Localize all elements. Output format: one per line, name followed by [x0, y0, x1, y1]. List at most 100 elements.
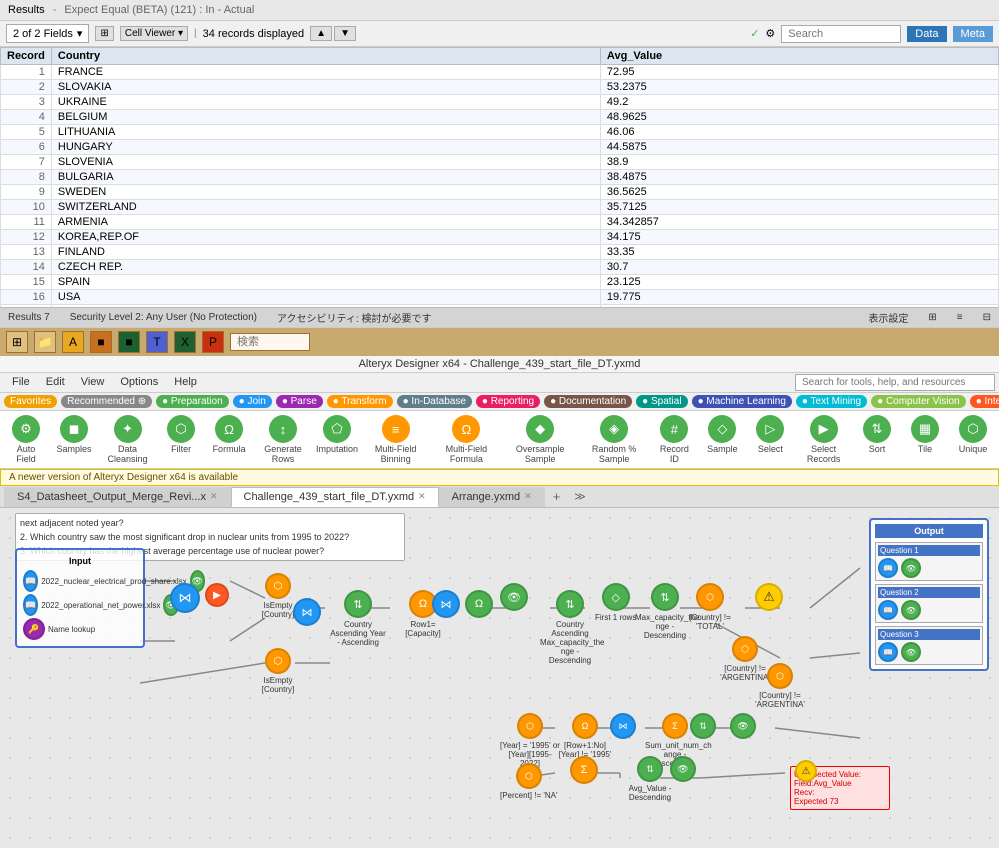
- summarize-node[interactable]: Σ: [570, 756, 598, 784]
- tool-oversample-sample[interactable]: ◆ Oversample Sample: [506, 415, 574, 464]
- join-node-1[interactable]: ⋈: [170, 583, 200, 613]
- filter-total-node[interactable]: ⬡ [Country] != 'TOTAL': [680, 583, 740, 631]
- tool-tile[interactable]: ▦ Tile: [905, 415, 945, 464]
- status-display-settings[interactable]: 表示設定: [868, 310, 908, 325]
- help-search[interactable]: [795, 374, 995, 391]
- tool-random-%-sample[interactable]: ◈ Random % Sample: [582, 415, 646, 464]
- excel-icon[interactable]: X: [174, 331, 196, 353]
- row-year-node[interactable]: Ω [Row+1:No] [Year] != '1995': [555, 713, 615, 759]
- input-file-2-read-icon[interactable]: 📖: [23, 594, 38, 616]
- app-icon-2[interactable]: ■: [118, 331, 140, 353]
- tool-data-cleansing[interactable]: ✦ Data Cleansing: [102, 415, 153, 464]
- tool-select[interactable]: ▷ Select: [750, 415, 790, 464]
- tab-close-arrange[interactable]: ✕: [524, 491, 532, 502]
- cat-text[interactable]: ● Text Mining: [796, 395, 867, 408]
- alteryx-icon[interactable]: A: [62, 331, 84, 353]
- tool-unique[interactable]: ⬡ Unique: [953, 415, 993, 464]
- tool-filter[interactable]: ⬡ Filter: [161, 415, 201, 464]
- cat-in-database[interactable]: ● In-Database: [397, 395, 472, 408]
- tool-auto-field[interactable]: ⚙ Auto Field: [6, 415, 46, 464]
- app-icon-1[interactable]: ■: [90, 331, 112, 353]
- cat-cv[interactable]: ● Computer Vision: [871, 395, 966, 408]
- cat-join[interactable]: ● Join: [233, 395, 272, 408]
- cat-interface[interactable]: ● Interface: [970, 395, 999, 408]
- cat-favorites[interactable]: Favorites: [4, 395, 57, 408]
- tool-samples[interactable]: ◼ Samples: [54, 415, 94, 464]
- tab-datasheet[interactable]: S4_Datasheet_Output_Merge_Revi...x ✕: [4, 487, 231, 507]
- more-tabs-icon[interactable]: ≫: [568, 487, 592, 506]
- input-file-1-read-icon[interactable]: 📖: [23, 570, 38, 592]
- is-empty-node-2[interactable]: ⬡ IsEmpty [Country]: [248, 648, 308, 694]
- browse-node-2[interactable]: 👁: [730, 713, 756, 739]
- data-button[interactable]: Data: [907, 26, 946, 42]
- taskbar-search[interactable]: [230, 333, 310, 351]
- cat-transform[interactable]: ● Transform: [327, 395, 393, 408]
- sort-node-1[interactable]: ⇅ Country Ascending Year - Ascending: [328, 590, 388, 647]
- teams-icon[interactable]: T: [146, 331, 168, 353]
- browse-node-1[interactable]: 👁: [500, 583, 528, 611]
- q3-browse-icon[interactable]: 👁: [901, 642, 921, 662]
- tab-close-datasheet[interactable]: ✕: [210, 491, 218, 502]
- menu-edit[interactable]: Edit: [38, 374, 73, 391]
- prev-arrow[interactable]: ▲: [310, 26, 332, 41]
- tab-challenge[interactable]: Challenge_439_start_file_DT.yxmd ✕: [231, 487, 439, 507]
- formula-node-1[interactable]: Ω: [465, 590, 493, 618]
- tab-arrange[interactable]: Arrange.yxmd ✕: [439, 487, 545, 507]
- tool-imputation[interactable]: ⬠ Imputation: [317, 415, 357, 464]
- explorer-icon[interactable]: 📁: [34, 331, 56, 353]
- fields-selector[interactable]: 2 of 2 Fields ▾: [6, 24, 89, 43]
- menu-file[interactable]: File: [4, 374, 38, 391]
- tool-multi-field-formula[interactable]: Ω Multi-Field Formula: [434, 415, 498, 464]
- q1-read-icon[interactable]: 📖: [878, 558, 898, 578]
- cell-viewer-btn[interactable]: Cell Viewer ▾: [120, 26, 188, 41]
- tool-multi-field-binning[interactable]: ≡ Multi-Field Binning: [365, 415, 426, 464]
- q3-read-icon[interactable]: 📖: [878, 642, 898, 662]
- q2-read-icon[interactable]: 📖: [878, 600, 898, 620]
- tool-select-records[interactable]: ▶ Select Records: [798, 415, 849, 464]
- year-filter-node[interactable]: ⬡ [Year] = '1995' or [Year][1995-2022]: [500, 713, 560, 768]
- cat-reporting[interactable]: ● Reporting: [476, 395, 540, 408]
- cat-ml[interactable]: ● Machine Learning: [692, 395, 792, 408]
- start-icon[interactable]: ⊞: [6, 331, 28, 353]
- meta-button[interactable]: Meta: [953, 26, 993, 42]
- next-arrow[interactable]: ▼: [334, 26, 356, 41]
- tool-record-id[interactable]: # Record ID: [654, 415, 694, 464]
- percent-filter-node[interactable]: ⬡ [Percent] != 'NA': [500, 763, 558, 800]
- sort-node-2[interactable]: ⇅ Country Ascending Max_capacity_the nge…: [540, 590, 600, 665]
- join-node-4[interactable]: ⋈: [610, 713, 636, 739]
- browse-node-3[interactable]: 👁: [670, 756, 696, 782]
- filter-arg-node-2[interactable]: ⬡ [Country] != 'ARGENTINA': [750, 663, 810, 709]
- menu-help[interactable]: Help: [166, 374, 205, 391]
- add-tab-button[interactable]: +: [545, 486, 569, 507]
- grid-view-icon[interactable]: ⊞: [928, 312, 936, 323]
- name-lookup-icon[interactable]: 🔑: [23, 618, 45, 640]
- tool-formula[interactable]: Ω Formula: [209, 415, 249, 464]
- cat-parse[interactable]: ● Parse: [276, 395, 323, 408]
- detail-view-icon[interactable]: ⊟: [983, 312, 991, 323]
- cat-spatial[interactable]: ● Spatial: [636, 395, 687, 408]
- join-node-2[interactable]: ⋈: [293, 598, 321, 626]
- cat-documentation[interactable]: ● Documentation: [544, 395, 632, 408]
- powerpoint-icon[interactable]: P: [202, 331, 224, 353]
- cat-preparation[interactable]: ● Preparation: [156, 395, 229, 408]
- tab-close-challenge[interactable]: ✕: [418, 491, 426, 502]
- menu-options[interactable]: Options: [112, 374, 166, 391]
- join-node-3[interactable]: ⋈: [432, 590, 460, 618]
- grid-icon-btn[interactable]: ⊞: [95, 26, 113, 41]
- cat-recommended[interactable]: Recommended ⊕: [61, 395, 152, 408]
- q1-browse-icon[interactable]: 👁: [901, 558, 921, 578]
- tool-sort[interactable]: ⇅ Sort: [857, 415, 897, 464]
- error-warning-icon[interactable]: ⚠: [795, 760, 817, 782]
- list-view-icon[interactable]: ≡: [957, 312, 963, 323]
- warning-node[interactable]: ⚠: [755, 583, 783, 611]
- sort-node-4[interactable]: ⇅: [690, 713, 716, 739]
- select-node-1[interactable]: ▶: [205, 583, 229, 607]
- canvas-area[interactable]: next adjacent noted year? 2. Which count…: [0, 508, 999, 848]
- settings-icon[interactable]: ⚙: [765, 27, 775, 40]
- q2-browse-icon[interactable]: 👁: [901, 600, 921, 620]
- tool-generate-rows[interactable]: ↕ Generate Rows: [257, 415, 309, 464]
- tool-sample[interactable]: ◇ Sample: [702, 415, 742, 464]
- menu-view[interactable]: View: [73, 374, 113, 391]
- sample-node[interactable]: ◇ First 1 rows: [595, 583, 636, 622]
- search-input[interactable]: [781, 25, 901, 43]
